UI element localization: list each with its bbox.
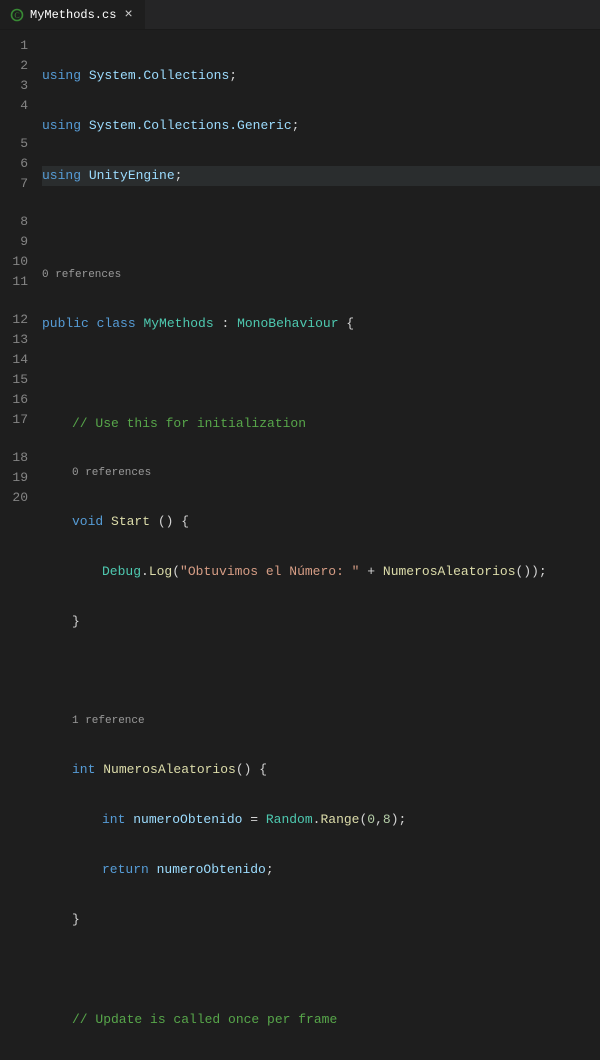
line-number: 20 [0,488,28,508]
line-number: 3 [0,76,28,96]
code-line: // Use this for initialization [42,414,600,434]
line-number: 19 [0,468,28,488]
codelens-references[interactable]: 0 references [42,266,600,284]
gutter-spacer [0,116,28,134]
code-area[interactable]: using System.Collections; using System.C… [42,36,600,530]
gutter-spacer [0,292,28,310]
line-number: 8 [0,212,28,232]
codelens-references[interactable]: 1 reference [42,712,600,730]
code-line: int numeroObtenido = Random.Range(0,8); [42,810,600,830]
line-number: 9 [0,232,28,252]
line-number: 17 [0,410,28,430]
line-number: 5 [0,134,28,154]
code-line: void Start () { [42,512,600,532]
code-line [42,960,600,980]
line-number: 1 [0,36,28,56]
code-line: } [42,910,600,930]
code-line: using UnityEngine; [42,166,600,186]
codelens-references[interactable]: 0 references [42,464,600,482]
close-icon[interactable]: × [122,6,134,24]
line-number: 15 [0,370,28,390]
code-line [42,662,600,682]
code-line: using System.Collections.Generic; [42,116,600,136]
code-line: int NumerosAleatorios() { [42,760,600,780]
gutter-spacer [0,430,28,448]
code-line [42,216,600,236]
code-editor[interactable]: 1 2 3 4 5 6 7 8 9 10 11 12 13 14 15 16 1… [0,30,600,530]
line-number: 6 [0,154,28,174]
code-line: } [42,612,600,632]
svg-text:C: C [14,11,19,20]
line-number: 10 [0,252,28,272]
line-number: 2 [0,56,28,76]
code-line: using System.Collections; [42,66,600,86]
tab-filename: MyMethods.cs [30,8,116,22]
line-number: 12 [0,310,28,330]
tab-bar: C MyMethods.cs × [0,0,600,30]
code-line [42,364,600,384]
gutter-spacer [0,194,28,212]
line-number-gutter: 1 2 3 4 5 6 7 8 9 10 11 12 13 14 15 16 1… [0,36,42,530]
code-line: Debug.Log("Obtuvimos el Número: " + Nume… [42,562,600,582]
csharp-file-icon: C [10,8,24,22]
code-line: public class MyMethods : MonoBehaviour { [42,314,600,334]
code-line: return numeroObtenido; [42,860,600,880]
line-number: 16 [0,390,28,410]
line-number: 13 [0,330,28,350]
code-line: // Update is called once per frame [42,1010,600,1030]
line-number: 18 [0,448,28,468]
line-number: 11 [0,272,28,292]
file-tab[interactable]: C MyMethods.cs × [0,0,146,29]
line-number: 4 [0,96,28,116]
line-number: 7 [0,174,28,194]
line-number: 14 [0,350,28,370]
